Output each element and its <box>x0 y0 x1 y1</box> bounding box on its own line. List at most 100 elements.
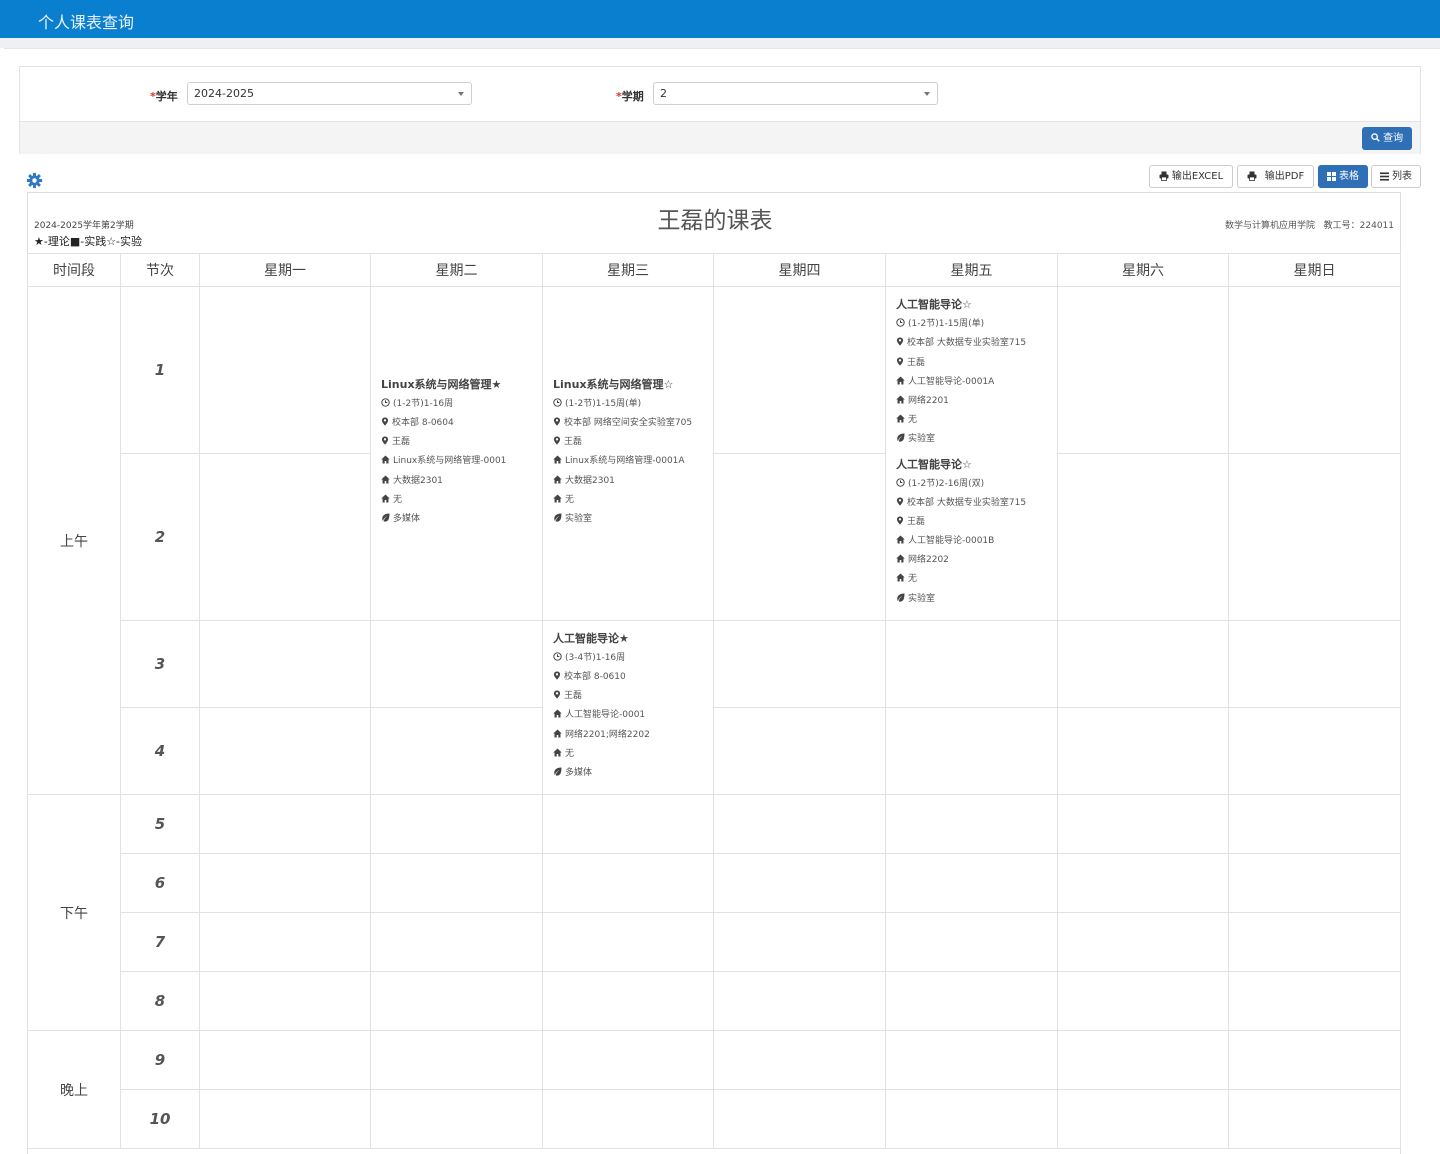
table-row: 晚上 9 <box>27 1030 1401 1149</box>
teacher-info: 数学与计算机应用学院 教工号：224011 <box>1225 218 1394 231</box>
home-icon <box>896 573 908 584</box>
query-button[interactable]: 查询 <box>1362 127 1412 150</box>
home-icon <box>381 494 393 505</box>
page-title: 个人课表查询 <box>38 13 135 32</box>
cell-thu-1 <box>713 286 886 454</box>
course-card[interactable]: Linux系统与网络管理☆ (1-2节)1-15周(单) 校本部 网络空间安全实验室… <box>553 376 703 531</box>
table-row: 3 人工智能导论★ (3-4节)1-16周 校本部 8-0610 王磊 人工智能导论-0… <box>28 620 1401 795</box>
leaf-icon <box>896 433 908 444</box>
list-view-button[interactable]: 列表 <box>1371 165 1421 188</box>
map-pin-icon <box>553 436 564 447</box>
jieci-6: 6 <box>120 853 200 913</box>
table-row: 10 <box>28 1089 1401 1149</box>
leaf-icon <box>896 593 908 604</box>
col-header-wednesday: 星期三 <box>542 253 714 287</box>
jieci-8: 8 <box>120 971 200 1031</box>
course-teacher: 王磊 <box>896 356 1047 375</box>
course-location: 校本部 大数据专业实验室715 <box>896 336 1047 355</box>
course-teacher: 王磊 <box>381 435 532 454</box>
cell-sat-1 <box>1057 286 1229 454</box>
col-header-jieci: 节次 <box>120 253 200 287</box>
home-icon <box>553 748 565 759</box>
course-card[interactable]: 人工智能导论☆ (1-2节)2-16周(双) 校本部 大数据专业实验室715 王磊 人工… <box>896 456 1047 611</box>
course-location: 校本部 8-0610 <box>553 670 703 689</box>
cell-mon-4 <box>199 707 371 795</box>
export-excel-button[interactable]: 输出EXCEL <box>1149 165 1233 188</box>
top-bar: 个人课表查询 <box>0 0 1440 38</box>
table-row: 6 <box>28 853 1401 913</box>
year-label: *学年 <box>150 90 178 103</box>
map-pin-icon <box>553 417 564 428</box>
cell-mon-3 <box>199 620 371 708</box>
home-icon <box>553 729 565 740</box>
cell-sat-2 <box>1057 453 1229 621</box>
home-icon <box>381 455 393 466</box>
jieci-5: 5 <box>120 794 200 854</box>
home-icon <box>381 475 393 486</box>
filter-row: *学年 2024-2025 *学期 2 <box>20 67 1420 121</box>
home-icon <box>553 494 565 505</box>
table-view-button[interactable]: 表格 <box>1318 165 1368 188</box>
map-pin-icon <box>896 516 907 527</box>
cell-tue-3 <box>370 620 543 708</box>
map-pin-icon <box>896 357 907 368</box>
home-icon <box>896 535 908 546</box>
course-time: (3-4节)1-16周 <box>553 651 703 670</box>
course-room-type: 实验室 <box>896 592 1047 611</box>
clock-icon <box>553 652 565 663</box>
col-header-tuesday: 星期二 <box>370 253 543 287</box>
printer-icon <box>1247 171 1257 181</box>
search-icon <box>1371 133 1380 142</box>
course-class-code: Linux系统与网络管理-0001 <box>381 454 532 473</box>
leaf-icon <box>381 513 393 524</box>
course-name: Linux系统与网络管理☆ <box>553 377 674 391</box>
course-location: 校本部 网络空间安全实验室705 <box>553 416 703 435</box>
course-name: 人工智能导论★ <box>553 631 629 645</box>
cell-mon-1 <box>199 286 371 454</box>
cell-tue-4 <box>370 707 543 795</box>
home-icon <box>553 709 565 720</box>
chevron-down-icon <box>458 92 464 96</box>
cell-thu-3 <box>713 620 886 708</box>
course-time: (1-2节)1-15周(单) <box>896 317 1047 336</box>
gear-icon[interactable] <box>26 172 43 189</box>
cell-sun-1 <box>1228 286 1401 454</box>
course-card[interactable]: 人工智能导论★ (3-4节)1-16周 校本部 8-0610 王磊 人工智能导论-000… <box>553 630 703 785</box>
jieci-10: 10 <box>120 1089 200 1149</box>
map-pin-icon <box>896 497 907 508</box>
course-class-code: 人工智能导论-0001A <box>896 375 1047 394</box>
leaf-icon <box>553 513 565 524</box>
course-teacher: 王磊 <box>553 435 703 454</box>
export-pdf-button[interactable]: 输出PDF <box>1237 165 1314 188</box>
teacher-id: 教工号：224011 <box>1323 221 1394 231</box>
course-room-type: 多媒体 <box>381 512 532 531</box>
chevron-down-icon <box>924 92 930 96</box>
course-card[interactable]: 人工智能导论☆ (1-2节)1-15周(单) 校本部 大数据专业实验室715 王磊 人工… <box>896 296 1047 451</box>
course-card[interactable]: Linux系统与网络管理★ (1-2节)1-16周 校本部 8-0604 王磊 Linu… <box>381 376 532 531</box>
course-note: 无 <box>896 572 1047 591</box>
period-afternoon: 下午 <box>27 794 121 1031</box>
course-teacher: 王磊 <box>896 515 1047 534</box>
col-header-period: 时间段 <box>27 253 121 287</box>
cell-thu-2 <box>713 453 886 621</box>
term-select[interactable]: 2 <box>653 82 938 105</box>
term-select-value: 2 <box>660 87 667 100</box>
course-class-group: 大数据2301 <box>553 474 703 493</box>
jieci-1: 1 <box>120 286 200 454</box>
map-pin-icon <box>896 337 907 348</box>
map-pin-icon <box>381 417 392 428</box>
year-select[interactable]: 2024-2025 <box>187 82 472 105</box>
period-evening: 晚上 <box>27 1030 121 1149</box>
home-icon <box>896 554 908 565</box>
course-location: 校本部 8-0604 <box>381 416 532 435</box>
grid-icon <box>1327 172 1336 181</box>
timetable-grid: 时间段 节次 星期一 星期二 星期三 星期四 星期五 星期六 星期日 上午 1 … <box>27 253 1401 1149</box>
cell-sat-3 <box>1057 620 1229 708</box>
course-class-group: 大数据2301 <box>381 474 532 493</box>
cell-mon-2 <box>199 453 371 621</box>
clock-icon <box>553 398 565 409</box>
period-morning: 上午 <box>27 286 121 795</box>
col-header-thursday: 星期四 <box>713 253 886 287</box>
jieci-9: 9 <box>120 1030 200 1090</box>
timetable-title: 王磊的课表 <box>657 208 773 234</box>
